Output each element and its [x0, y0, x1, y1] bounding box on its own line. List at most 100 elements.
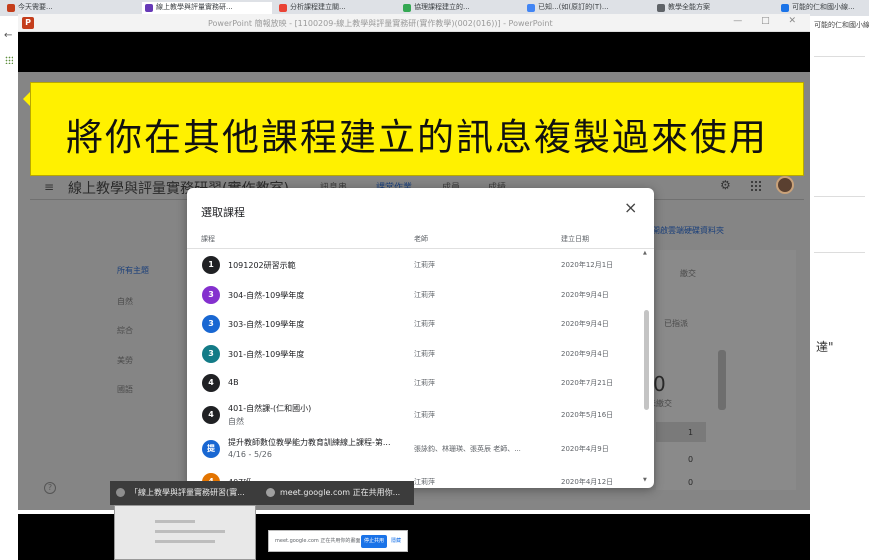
- course-name: 提升教師數位教學能力教育訓練線上課程-第...: [228, 438, 391, 447]
- course-avatar: 提: [202, 440, 220, 458]
- course-teacher: 江莉萍: [414, 478, 435, 486]
- course-avatar: 3: [202, 286, 220, 304]
- back-arrow-icon[interactable]: ←: [4, 30, 12, 41]
- stat-row-number: 0: [688, 455, 694, 464]
- taskbar-popup: 「線上教學與評量實務研習(實... meet.google.com 正在共用你.…: [110, 481, 414, 505]
- course-name: 301-自然-109學年度: [228, 350, 305, 359]
- chrome-icon: [116, 488, 125, 497]
- course-date: 2020年7月21日: [561, 379, 614, 387]
- course-name: 401-自然課-(仁和國小): [228, 404, 312, 413]
- powerpoint-titlebar: P PowerPoint 簡報放映 - [1100209-線上教學與評量實務研(…: [18, 14, 810, 32]
- course-row[interactable]: 1 1091202研習示範 江莉萍 2020年12月1日: [187, 250, 647, 280]
- dialog-scrollbar[interactable]: [644, 310, 649, 410]
- scroll-up-icon[interactable]: ▲: [643, 250, 647, 256]
- thumbnail-line: [155, 520, 195, 523]
- course-section: 4/16 - 5/26: [228, 450, 272, 459]
- topic-item[interactable]: 國語: [117, 384, 133, 395]
- course-row[interactable]: 3 303-自然-109學年度 江莉萍 2020年9月4日: [187, 309, 647, 339]
- thumbnail-line: [155, 540, 215, 543]
- course-teacher: 江莉萍: [414, 291, 435, 299]
- course-date: 2020年12月1日: [561, 261, 614, 269]
- thumbnail-line: [155, 530, 225, 533]
- apps-grid-icon[interactable]: [5, 56, 13, 64]
- tab-favicon-icon: [7, 4, 15, 12]
- topic-all[interactable]: 所有主題: [117, 265, 149, 276]
- stat-row-number: 0: [688, 478, 694, 487]
- right-edge-quote: 達": [816, 340, 834, 354]
- window-thumbnail[interactable]: [114, 505, 256, 560]
- course-avatar: 4: [202, 406, 220, 424]
- avatar[interactable]: [776, 176, 794, 194]
- stop-sharing-button[interactable]: 停止共用: [361, 535, 387, 548]
- tab-favicon-icon: [527, 4, 535, 12]
- course-teacher: 江莉萍: [414, 411, 435, 419]
- powerpoint-logo-icon: P: [22, 17, 34, 29]
- banner-text: 將你在其他課程建立的訊息複製過來使用: [66, 116, 768, 159]
- callout-banner: 將你在其他課程建立的訊息複製過來使用: [30, 82, 804, 176]
- course-date: 2020年9月4日: [561, 350, 609, 358]
- share-status-text: meet.google.com 正在共用你的畫面: [275, 538, 361, 544]
- powerpoint-window-title: PowerPoint 簡報放映 - [1100209-線上教學與評量實務研(實作…: [208, 19, 553, 28]
- window-controls[interactable]: — □ ✕: [733, 16, 804, 26]
- stat-row-number: 1: [688, 428, 694, 437]
- header-divider: [187, 248, 654, 249]
- assignment-stats-panel: [656, 250, 796, 490]
- column-header-created: 建立日期: [561, 235, 589, 243]
- tab-favicon-icon: [145, 4, 153, 12]
- stat-label: 繳交: [680, 269, 696, 278]
- drive-folder-link[interactable]: 開啟雲端硬碟資料夾: [652, 225, 724, 236]
- course-teacher: 江莉萍: [414, 350, 435, 358]
- taskbar-window-classroom[interactable]: 「線上教學與評量實務研習(實...: [130, 487, 245, 498]
- left-browser-edge: ←: [0, 16, 18, 560]
- course-name: 1091202研習示範: [228, 261, 296, 270]
- course-avatar: 3: [202, 345, 220, 363]
- divider: [814, 196, 865, 197]
- tab-favicon-icon: [657, 4, 665, 12]
- apps-icon[interactable]: [750, 180, 761, 191]
- column-header-course: 課程: [201, 235, 215, 243]
- scroll-down-icon[interactable]: ▼: [643, 477, 647, 483]
- topic-item[interactable]: 美勞: [117, 355, 133, 366]
- topic-item[interactable]: 自然: [117, 296, 133, 307]
- hide-button[interactable]: 隱藏: [391, 537, 401, 544]
- course-avatar: 3: [202, 315, 220, 333]
- topic-item[interactable]: 綜合: [117, 325, 133, 336]
- stat-row: [656, 422, 706, 442]
- course-row[interactable]: 3 301-自然-109學年度 江莉萍 2020年9月4日: [187, 339, 647, 369]
- course-name: 303-自然-109學年度: [228, 320, 305, 329]
- dialog-title: 選取課程: [201, 206, 245, 219]
- course-row[interactable]: 3 304-自然-109學年度 江莉萍 2020年9月4日: [187, 280, 647, 310]
- taskbar-window-meet[interactable]: meet.google.com 正在共用你...: [280, 487, 400, 498]
- tab-favicon-icon: [279, 4, 287, 12]
- course-avatar: 1: [202, 256, 220, 274]
- chrome-icon: [266, 488, 275, 497]
- course-teacher: 江莉萍: [414, 320, 435, 328]
- column-header-teacher: 老師: [414, 235, 428, 243]
- menu-icon[interactable]: ≡: [44, 180, 54, 194]
- right-edge-text: 可能的仁和國小線: [814, 21, 869, 29]
- course-row[interactable]: 4 401-自然課-(仁和國小) 自然 江莉萍 2020年5月16日: [187, 400, 647, 430]
- course-date: 2020年4月9日: [561, 445, 609, 453]
- course-name: 304-自然-109學年度: [228, 291, 305, 300]
- close-icon[interactable]: ×: [624, 200, 637, 216]
- course-row[interactable]: 提 提升教師數位教學能力教育訓練線上課程-第... 4/16 - 5/26 張詠…: [187, 434, 647, 464]
- screen-share-bar: meet.google.com 正在共用你的畫面 停止共用 隱藏: [268, 530, 408, 552]
- tab-favicon-icon: [781, 4, 789, 12]
- course-name: 4B: [228, 378, 239, 387]
- panel-scrollbar[interactable]: [718, 350, 726, 410]
- right-browser-edge: 可能的仁和國小線 達": [810, 16, 869, 560]
- course-teacher: 江莉萍: [414, 261, 435, 269]
- divider: [814, 56, 865, 57]
- stat-label: 已指派: [664, 319, 688, 328]
- course-teacher: 江莉萍: [414, 379, 435, 387]
- course-date: 2020年5月16日: [561, 411, 614, 419]
- course-section: 自然: [228, 417, 244, 426]
- help-icon[interactable]: ?: [44, 482, 56, 494]
- tab-favicon-icon: [403, 4, 411, 12]
- course-avatar: 4: [202, 374, 220, 392]
- course-row[interactable]: 4 4B 江莉萍 2020年7月21日: [187, 368, 647, 398]
- course-date: 2020年9月4日: [561, 291, 609, 299]
- select-course-dialog: 選取課程 × 課程 老師 建立日期 1 1091202研習示範 江莉萍 2020…: [187, 188, 654, 488]
- gear-icon[interactable]: ⚙: [720, 178, 731, 192]
- divider: [814, 252, 865, 253]
